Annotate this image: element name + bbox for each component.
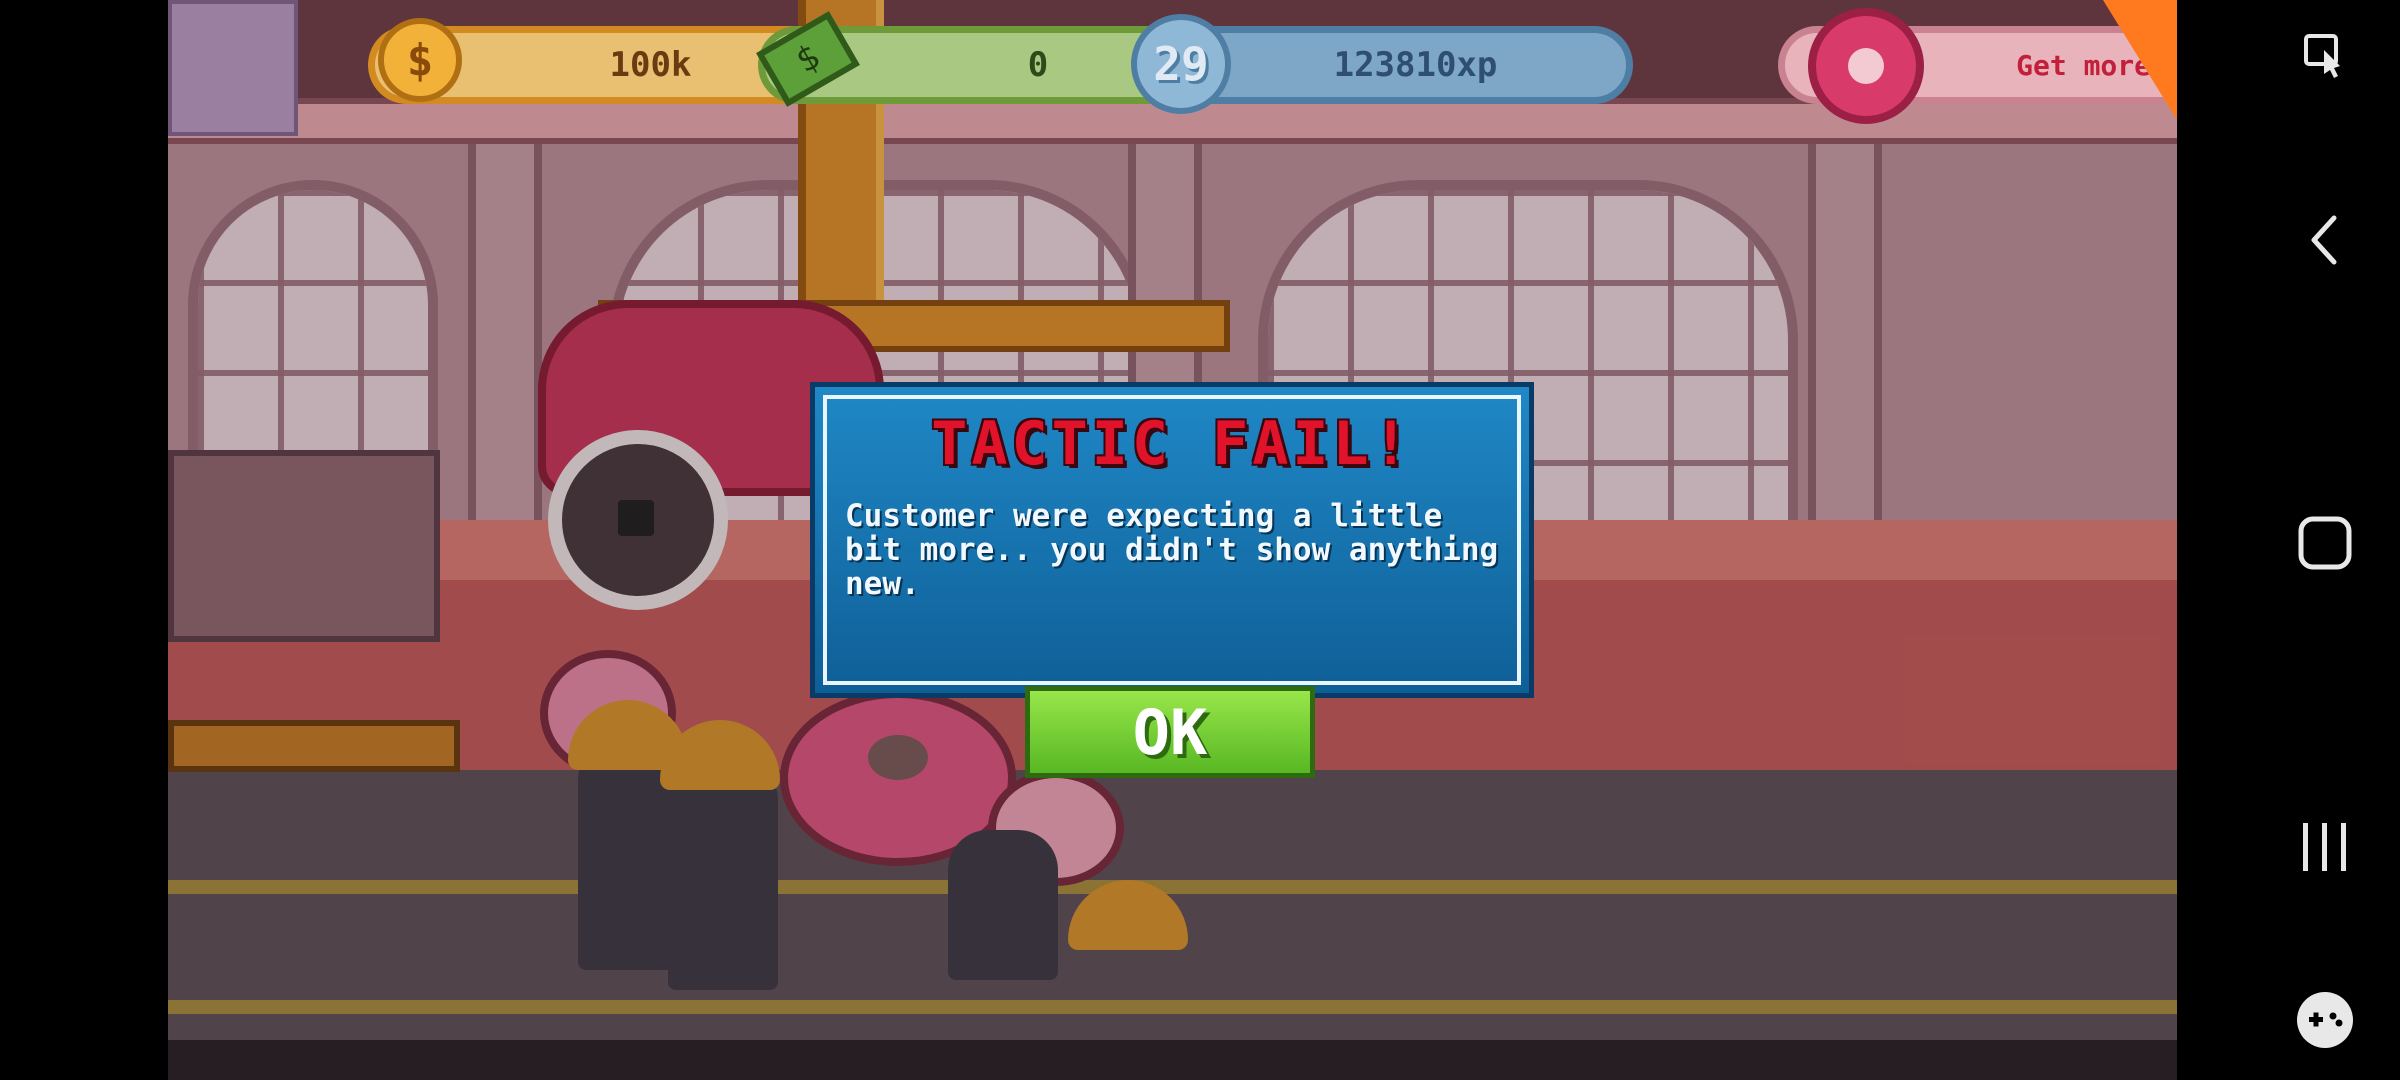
tactic-fail-dialog: TACTIC FAIL! Customer were expecting a l… bbox=[810, 382, 1534, 698]
dialog-title: TACTIC FAIL! bbox=[931, 409, 1413, 479]
level-star-icon: 29 bbox=[1131, 14, 1231, 114]
xp-value: 123810xp bbox=[1333, 45, 1498, 85]
game-launcher-icon[interactable] bbox=[2290, 985, 2360, 1055]
system-nav-bar bbox=[2177, 0, 2400, 1080]
coin-icon: $ bbox=[378, 18, 462, 102]
dialog-message: Customer were expecting a little bit mor… bbox=[845, 498, 1499, 602]
recent-apps-icon[interactable] bbox=[2290, 812, 2360, 882]
player-portrait[interactable] bbox=[168, 0, 298, 136]
ok-button[interactable]: OK bbox=[1025, 686, 1315, 778]
home-icon[interactable] bbox=[2290, 508, 2360, 578]
screenshot-icon[interactable] bbox=[2290, 20, 2360, 90]
cash-value: 0 bbox=[1027, 45, 1049, 85]
back-icon[interactable] bbox=[2290, 205, 2360, 275]
donut-icon bbox=[1808, 8, 1924, 124]
coins-value: 100k bbox=[609, 45, 692, 85]
get-more-label: Get more bbox=[2016, 48, 2151, 82]
left-letterbox bbox=[0, 0, 168, 1080]
